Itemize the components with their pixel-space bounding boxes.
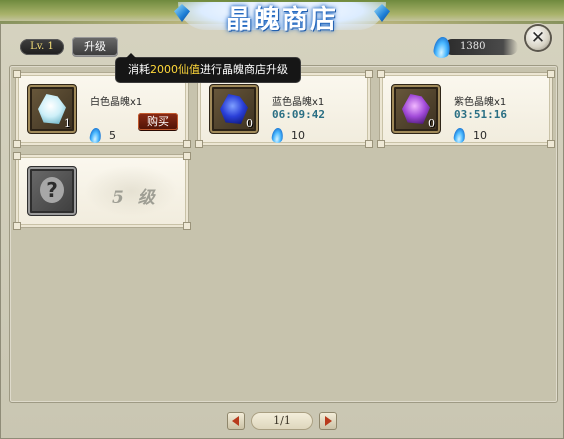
blue-flame-icon: [271, 126, 284, 144]
card-corner: [13, 70, 21, 78]
card-corner: [183, 222, 191, 230]
next-page-button[interactable]: [319, 412, 337, 430]
shop-window: 晶魄商店 Lv. 1 升级 消耗2000仙值进行晶魄商店升级 1380 ✕ 1 …: [0, 0, 564, 439]
buy-button[interactable]: 购买: [138, 113, 178, 130]
item-price: 5: [89, 126, 116, 144]
price-value: 5: [109, 128, 116, 142]
card-corner: [13, 140, 21, 148]
card-corner: [377, 70, 385, 78]
close-button[interactable]: ✕: [526, 26, 550, 50]
locked-slot-card: ? 5 级: [13, 152, 191, 230]
card-corner: [377, 140, 385, 148]
card-corner: [195, 140, 203, 148]
item-count: 0: [246, 117, 253, 130]
item-price: 10: [271, 126, 305, 144]
currency-display: 1380: [432, 35, 520, 60]
card-corner: [183, 152, 191, 160]
page-indicator: 1/1: [251, 412, 313, 430]
blue-flame-icon: [453, 126, 466, 144]
card-corner: [365, 140, 373, 148]
white-crystal-icon: [38, 94, 66, 124]
pagination: 1/1: [227, 410, 337, 432]
item-slot[interactable]: 1: [27, 84, 77, 134]
tooltip-cost: 2000仙值: [150, 63, 200, 76]
item-slot[interactable]: 0: [209, 84, 259, 134]
item-count: 1: [64, 117, 71, 130]
page-title: 晶魄商店: [225, 4, 338, 35]
shop-item-card: 0 紫色晶魄x1 03:51:16 10: [377, 70, 555, 148]
item-count: 0: [428, 117, 435, 130]
locked-item-slot: ?: [27, 166, 77, 216]
item-name: 白色晶魄x1: [90, 97, 143, 108]
currency-value: 1380: [444, 39, 518, 55]
unlock-level-label: 5 级: [112, 188, 159, 208]
prev-page-button[interactable]: [227, 412, 245, 430]
item-name: 蓝色晶魄x1: [272, 97, 325, 108]
upgrade-tooltip: 消耗2000仙值进行晶魄商店升级: [116, 53, 300, 82]
tooltip-suffix: 进行晶魄商店升级: [200, 63, 288, 76]
price-value: 10: [291, 128, 305, 142]
restock-timer: 03:51:16: [454, 108, 507, 121]
tooltip-prefix: 消耗: [128, 63, 150, 76]
shop-item-card: 0 蓝色晶魄x1 06:09:42 10: [195, 70, 373, 148]
blue-flame-icon: [89, 126, 102, 144]
title-plate: 晶魄商店: [168, 0, 396, 35]
item-slot[interactable]: 0: [391, 84, 441, 134]
card-corner: [13, 152, 21, 160]
card-corner: [13, 222, 21, 230]
item-name: 紫色晶魄x1: [454, 97, 507, 108]
question-mark-icon: ?: [40, 177, 64, 203]
card-corner: [547, 70, 555, 78]
card-corner: [183, 140, 191, 148]
shop-panel: 1 白色晶魄x1 购买 5 0 蓝色晶魄x1 06:09:42 10 0 紫色晶…: [9, 65, 558, 403]
shop-item-card: 1 白色晶魄x1 购买 5: [13, 70, 191, 148]
purple-crystal-icon: [402, 94, 430, 124]
card-corner: [547, 140, 555, 148]
item-price: 10: [453, 126, 487, 144]
blue-crystal-icon: [220, 94, 248, 124]
level-badge: Lv. 1: [20, 39, 64, 55]
upgrade-button[interactable]: 升级: [72, 37, 118, 56]
price-value: 10: [473, 128, 487, 142]
card-corner: [365, 70, 373, 78]
restock-timer: 06:09:42: [272, 108, 325, 121]
